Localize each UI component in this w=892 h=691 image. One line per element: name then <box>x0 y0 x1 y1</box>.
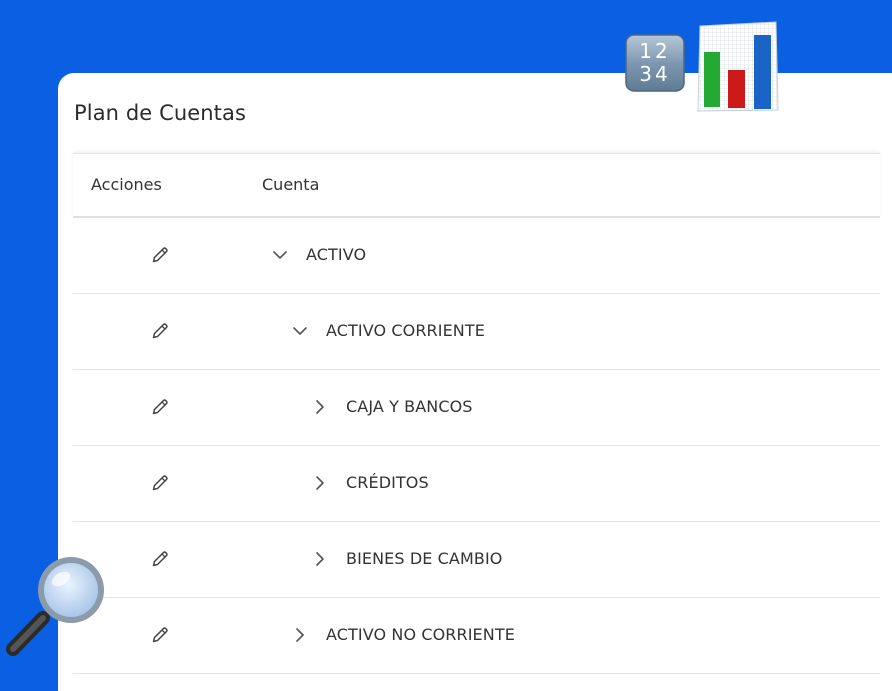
table-row: BIENES DE CAMBIO <box>73 522 880 598</box>
table-row: ACTIVO CORRIENTE <box>73 294 880 370</box>
account-label: CRÉDITOS <box>346 473 429 492</box>
chevron-right-icon[interactable] <box>311 550 329 568</box>
accounts-table: Acciones Cuenta ACTIVO ACTIVO CORRIENTE … <box>73 153 880 674</box>
table-header: Acciones Cuenta <box>73 153 880 218</box>
pencil-icon[interactable] <box>150 473 170 493</box>
account-label: ACTIVO CORRIENTE <box>326 321 485 340</box>
plan-de-cuentas-card: Plan de Cuentas Acciones Cuenta ACTIVO A… <box>58 73 892 691</box>
svg-text:12: 12 <box>639 39 670 63</box>
chevron-right-icon[interactable] <box>311 474 329 492</box>
chevron-down-icon[interactable] <box>291 322 309 340</box>
chevron-right-icon[interactable] <box>291 626 309 644</box>
column-header-actions: Acciones <box>91 175 162 194</box>
page-title: Plan de Cuentas <box>74 101 247 125</box>
svg-text:34: 34 <box>639 62 670 86</box>
account-label: ACTIVO NO CORRIENTE <box>326 625 515 644</box>
pencil-icon[interactable] <box>150 549 170 569</box>
column-header-account: Cuenta <box>262 175 320 194</box>
pencil-icon[interactable] <box>150 397 170 417</box>
table-row: ACTIVO NO CORRIENTE <box>73 598 880 674</box>
table-row: CAJA Y BANCOS <box>73 370 880 446</box>
table-row: CRÉDITOS <box>73 446 880 522</box>
pencil-icon[interactable] <box>150 321 170 341</box>
chevron-down-icon[interactable] <box>271 246 289 264</box>
bar-chart-icon <box>697 21 779 112</box>
account-label: BIENES DE CAMBIO <box>346 549 503 568</box>
pencil-icon[interactable] <box>150 245 170 265</box>
numbers-1234-icon: 12 34 <box>625 34 685 92</box>
account-label: CAJA Y BANCOS <box>346 397 473 416</box>
account-label: ACTIVO <box>306 245 367 264</box>
chevron-right-icon[interactable] <box>311 398 329 416</box>
magnifier-icon <box>6 557 104 656</box>
table-row: ACTIVO <box>73 218 880 294</box>
pencil-icon[interactable] <box>150 625 170 645</box>
